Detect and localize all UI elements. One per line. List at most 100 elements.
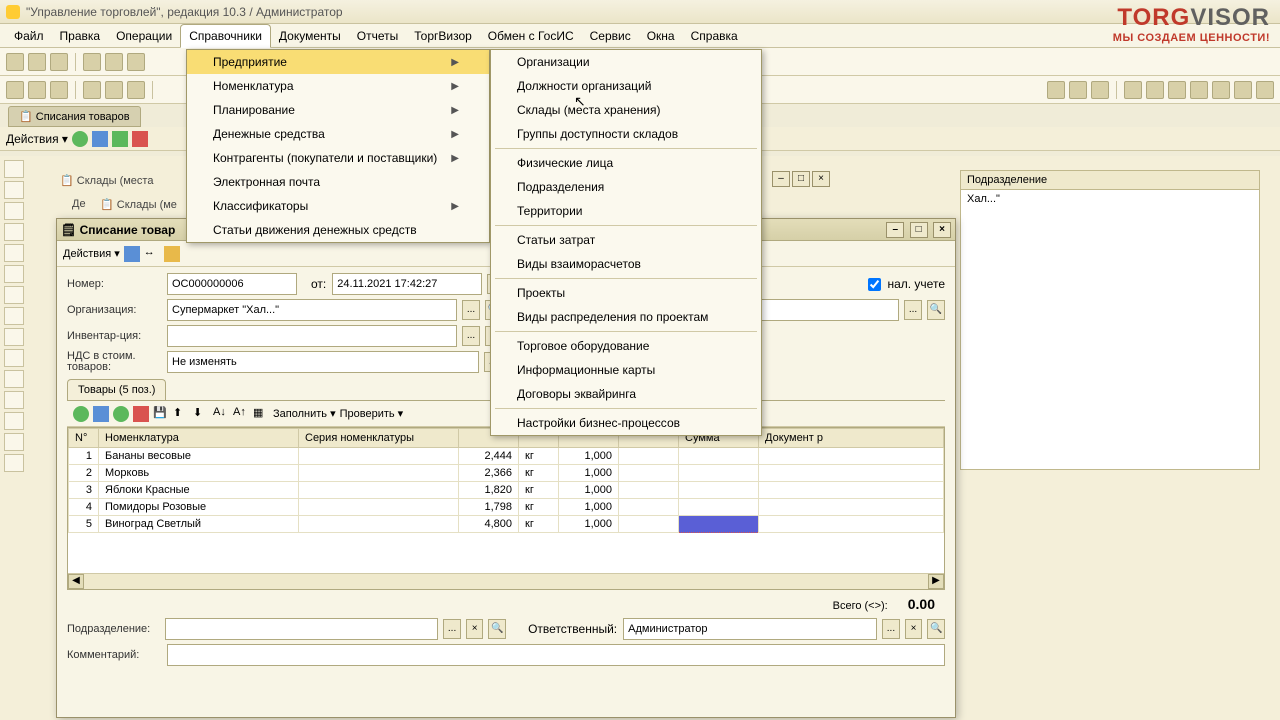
users-icon[interactable] xyxy=(83,81,101,99)
menu-documents[interactable]: Документы xyxy=(271,25,349,47)
tool-j-icon[interactable] xyxy=(1256,81,1274,99)
resp-field[interactable]: Администратор xyxy=(623,618,877,640)
close-icon[interactable]: × xyxy=(933,222,951,238)
tool-a-icon[interactable] xyxy=(1047,81,1065,99)
submenu-item[interactable]: Подразделения xyxy=(491,175,761,199)
open-icon[interactable] xyxy=(28,53,46,71)
menu-gosis[interactable]: Обмен с ГосИС xyxy=(480,25,582,47)
lico-7[interactable] xyxy=(4,286,24,304)
bg-tab-2[interactable]: 📋 Склады (ме xyxy=(100,198,177,211)
submenu-item[interactable]: Договоры эквайринга xyxy=(491,382,761,406)
table-row[interactable]: 3Яблоки Красные1,820кг1,000 xyxy=(69,482,944,499)
doc-book-icon[interactable] xyxy=(164,246,180,262)
row-down-icon[interactable]: ⬇ xyxy=(193,406,209,422)
nds-field[interactable]: Не изменять xyxy=(167,351,479,373)
menu-torgvizor[interactable]: ТоргВизор xyxy=(406,25,480,47)
row-copy-icon[interactable] xyxy=(93,406,109,422)
cut-icon[interactable] xyxy=(83,53,101,71)
bg-min-icon[interactable]: – xyxy=(772,171,790,187)
menu-file[interactable]: Файл xyxy=(6,25,52,47)
row-up-icon[interactable]: ⬆ xyxy=(173,406,189,422)
menu-windows[interactable]: Окна xyxy=(639,25,683,47)
menu-operations[interactable]: Операции xyxy=(108,25,180,47)
submenu-item[interactable]: Контрагенты (покупатели и поставщики)▶ xyxy=(187,146,489,170)
submenu-item[interactable]: Виды распределения по проектам xyxy=(491,305,761,329)
row-delete-icon[interactable] xyxy=(133,406,149,422)
maximize-icon[interactable]: □ xyxy=(910,222,928,238)
doc-save-icon[interactable] xyxy=(124,246,140,262)
tool-b-icon[interactable] xyxy=(1069,81,1087,99)
submenu-item[interactable]: Настройки бизнес-процессов xyxy=(491,411,761,435)
submenu-item[interactable]: Денежные средства▶ xyxy=(187,122,489,146)
menu-edit[interactable]: Правка xyxy=(52,25,109,47)
lico-10[interactable] xyxy=(4,349,24,367)
scroll-left-icon[interactable]: ◀ xyxy=(68,574,84,589)
lico-5[interactable] xyxy=(4,244,24,262)
new-icon[interactable] xyxy=(6,53,24,71)
table-row[interactable]: 2Морковь2,366кг1,000 xyxy=(69,465,944,482)
sort-asc-icon[interactable]: A↓ xyxy=(213,406,229,422)
col-n[interactable]: N° xyxy=(69,429,99,448)
scroll-right-icon[interactable]: ▶ xyxy=(928,574,944,589)
window-tab[interactable]: 📋 Списания товаров xyxy=(8,106,141,127)
bg-max-icon[interactable]: □ xyxy=(792,171,810,187)
dept-field[interactable] xyxy=(165,618,439,640)
submenu-item[interactable]: Территории xyxy=(491,199,761,223)
resp-select-icon[interactable]: ... xyxy=(882,619,900,639)
tool-i-icon[interactable] xyxy=(1234,81,1252,99)
tool-h-icon[interactable] xyxy=(1212,81,1230,99)
fill-dropdown[interactable]: Заполнить ▾ xyxy=(273,407,336,420)
menu-references[interactable]: Справочники xyxy=(180,24,271,48)
submenu-item[interactable]: Планирование▶ xyxy=(187,98,489,122)
col-series[interactable]: Серия номенклатуры xyxy=(299,429,459,448)
sort-desc-icon[interactable]: A↑ xyxy=(233,406,249,422)
dept-clear-icon[interactable]: × xyxy=(466,619,484,639)
barcode-icon[interactable]: ▦ xyxy=(253,406,269,422)
extra-select-icon[interactable]: ... xyxy=(904,300,922,320)
menu-service[interactable]: Сервис xyxy=(582,25,639,47)
print-icon[interactable] xyxy=(6,81,24,99)
submenu-item[interactable]: Статьи движения денежных средств xyxy=(187,218,489,242)
save-icon[interactable] xyxy=(50,53,68,71)
submenu-item[interactable]: Группы доступности складов xyxy=(491,122,761,146)
row-edit-icon[interactable] xyxy=(113,406,129,422)
tab-goods[interactable]: Товары (5 поз.) xyxy=(67,379,166,400)
lico-15[interactable] xyxy=(4,454,24,472)
submenu-item[interactable]: Виды взаиморасчетов xyxy=(491,252,761,276)
check-dropdown[interactable]: Проверить ▾ xyxy=(340,407,404,420)
add-icon[interactable] xyxy=(72,131,88,147)
org-select-icon[interactable]: ... xyxy=(462,300,480,320)
submenu-item[interactable]: Склады (места хранения) xyxy=(491,98,761,122)
lico-11[interactable] xyxy=(4,370,24,388)
lico-4[interactable] xyxy=(4,223,24,241)
submenu-item[interactable]: Предприятие▶ xyxy=(187,50,489,74)
bg-tab-3[interactable]: Де xyxy=(72,198,86,210)
submenu-item[interactable]: Проекты xyxy=(491,281,761,305)
comment-field[interactable] xyxy=(167,644,945,666)
lico-2[interactable] xyxy=(4,181,24,199)
submenu-item[interactable]: Номенклатура▶ xyxy=(187,74,489,98)
extra-search-icon[interactable]: 🔍 xyxy=(927,300,945,320)
submenu-item[interactable]: Физические лица xyxy=(491,151,761,175)
resp-clear-icon[interactable]: × xyxy=(905,619,923,639)
dept-search-icon[interactable]: 🔍 xyxy=(488,619,506,639)
actions-dropdown[interactable]: Действия ▾ xyxy=(6,132,68,146)
submenu-item[interactable]: Статьи затрат xyxy=(491,228,761,252)
col-nomen[interactable]: Номенклатура xyxy=(99,429,299,448)
menu-help[interactable]: Справка xyxy=(683,25,746,47)
inv-field[interactable] xyxy=(167,325,457,347)
dept-select-icon[interactable]: ... xyxy=(443,619,461,639)
lico-3[interactable] xyxy=(4,202,24,220)
submenu-item[interactable]: Должности организаций xyxy=(491,74,761,98)
tool-d-icon[interactable] xyxy=(1124,81,1142,99)
bg-tab-1[interactable]: 📋 Склады (места xyxy=(60,174,153,187)
minimize-icon[interactable]: – xyxy=(886,222,904,238)
copy-icon[interactable] xyxy=(105,53,123,71)
grid-hscroll[interactable]: ◀ ▶ xyxy=(68,573,944,589)
number-field[interactable]: ОС000000006 xyxy=(167,273,297,295)
inv-select-icon[interactable]: ... xyxy=(462,326,480,346)
bg-grid-cell[interactable]: Хал..." xyxy=(961,190,1259,208)
preview-icon[interactable] xyxy=(28,81,46,99)
tool-e-icon[interactable] xyxy=(1146,81,1164,99)
col-docr[interactable]: Документ р xyxy=(759,429,944,448)
